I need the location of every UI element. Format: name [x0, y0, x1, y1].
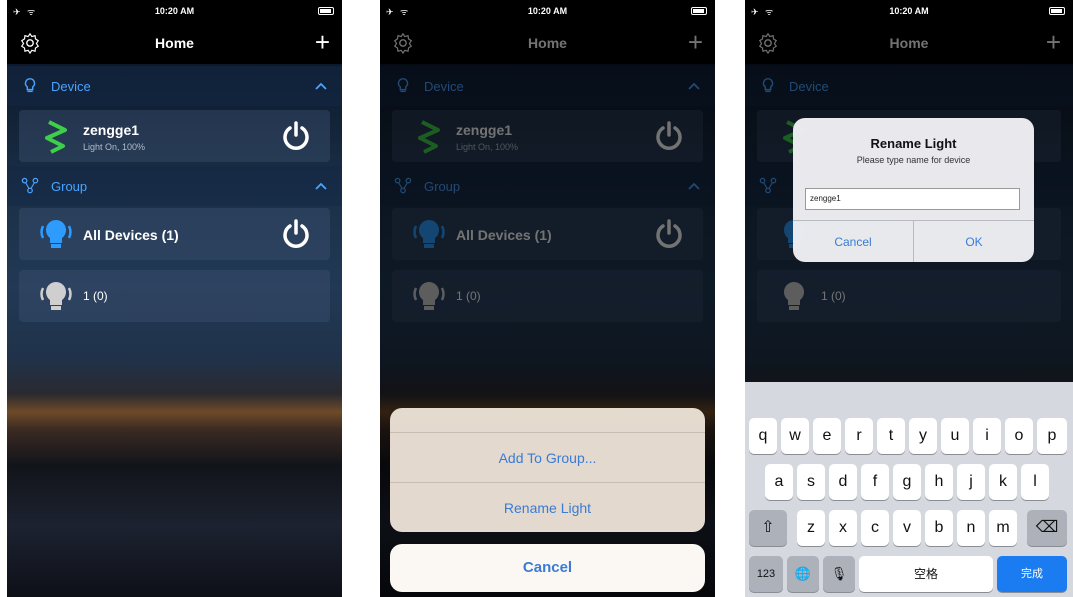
dialog-cancel-button[interactable]: Cancel: [793, 221, 913, 262]
status-bar: ✈ ᯤ 10:20 AM: [380, 0, 715, 22]
key-r[interactable]: r: [845, 418, 873, 454]
key-d[interactable]: d: [829, 464, 857, 500]
space-key[interactable]: 空格: [859, 556, 993, 592]
screen-action-sheet: ✈ ᯤ 10:20 AM Home + Device zengge1 Light…: [380, 0, 715, 597]
mic-icon[interactable]: 🎙: [823, 556, 855, 592]
led-strip-icon: [45, 120, 67, 154]
key-w[interactable]: w: [781, 418, 809, 454]
device-section-label: Device: [51, 79, 91, 94]
numbers-key[interactable]: 123: [749, 556, 783, 592]
group-row-all-devices[interactable]: All Devices (1): [19, 208, 330, 260]
blue-bulb-icon: [40, 220, 72, 248]
key-c[interactable]: c: [861, 510, 889, 546]
key-x[interactable]: x: [829, 510, 857, 546]
keyboard-row-2: a s d f g h j k l: [745, 464, 1073, 500]
dialog-buttons: Cancel OK: [793, 220, 1034, 262]
rename-light-button[interactable]: Rename Light: [390, 482, 705, 532]
rename-dialog: Rename Light Please type name for device…: [793, 118, 1034, 262]
key-o[interactable]: o: [1005, 418, 1033, 454]
key-q[interactable]: q: [749, 418, 777, 454]
group-section-header[interactable]: Group: [7, 166, 342, 206]
dialog-message: Please type name for device: [856, 155, 971, 165]
key-l[interactable]: l: [1021, 464, 1049, 500]
device-status: Light On, 100%: [83, 142, 146, 152]
status-bar: ✈ ᯤ 10:20 AM: [745, 0, 1073, 22]
battery-icon: [318, 7, 334, 15]
group-network-icon: [21, 177, 39, 194]
done-key[interactable]: 完成: [997, 556, 1067, 592]
key-p[interactable]: p: [1037, 418, 1067, 454]
key-u[interactable]: u: [941, 418, 969, 454]
key-g[interactable]: g: [893, 464, 921, 500]
action-sheet-header: [390, 408, 705, 432]
power-icon[interactable]: [280, 218, 312, 250]
keyboard-row-4: 123 🌐 🎙 空格 完成: [745, 556, 1073, 592]
delete-icon[interactable]: ⌫: [1027, 510, 1067, 546]
action-sheet: Add To Group... Rename Light: [390, 408, 705, 532]
bulb-outline-icon: [24, 78, 36, 93]
status-time: 10:20 AM: [527, 6, 568, 16]
key-z[interactable]: z: [797, 510, 825, 546]
key-n[interactable]: n: [957, 510, 985, 546]
key-t[interactable]: t: [877, 418, 905, 454]
status-time: 10:20 AM: [154, 6, 195, 16]
status-time: 10:20 AM: [889, 6, 929, 16]
group-section-label: Group: [51, 179, 88, 194]
chevron-up-icon: [315, 182, 327, 190]
screen-home: ✈ ᯤ 10:20 AM Home + Device zengge1 Light…: [7, 0, 342, 597]
device-name: zengge1: [83, 122, 140, 138]
key-f[interactable]: f: [861, 464, 889, 500]
chevron-up-icon: [315, 82, 327, 90]
battery-icon: [1049, 7, 1065, 15]
group-row-one[interactable]: 1 (0): [19, 270, 330, 322]
keyboard-row-1: q w e r t y u i o p: [745, 418, 1073, 454]
device-row[interactable]: zengge1 Light On, 100%: [19, 110, 330, 162]
shift-icon[interactable]: ⇧: [749, 510, 787, 546]
keyboard-row-3: ⇧ z x c v b n m ⌫: [745, 510, 1073, 546]
key-a[interactable]: a: [765, 464, 793, 500]
key-s[interactable]: s: [797, 464, 825, 500]
power-icon[interactable]: [280, 120, 312, 152]
action-cancel-button[interactable]: Cancel: [390, 544, 705, 592]
globe-icon[interactable]: 🌐: [787, 556, 819, 592]
key-h[interactable]: h: [925, 464, 953, 500]
key-m[interactable]: m: [989, 510, 1017, 546]
key-b[interactable]: b: [925, 510, 953, 546]
dialog-ok-button[interactable]: OK: [913, 221, 1034, 262]
grey-bulb-icon: [40, 282, 72, 310]
device-name-input[interactable]: zengge1: [805, 188, 1020, 210]
group-name-one: 1 (0): [83, 289, 108, 303]
group-name-all: All Devices (1): [83, 227, 179, 243]
battery-icon: [691, 7, 707, 15]
key-k[interactable]: k: [989, 464, 1017, 500]
nav-bar: Home +: [7, 22, 342, 64]
key-v[interactable]: v: [893, 510, 921, 546]
key-e[interactable]: e: [813, 418, 841, 454]
keyboard: q w e r t y u i o p a s d f g h j k l ⇧ …: [745, 382, 1073, 597]
key-y[interactable]: y: [909, 418, 937, 454]
screen-rename-dialog: ✈ ᯤ 10:20 AM Home + Device 1 (0) Rename …: [745, 0, 1073, 597]
status-bar: ✈ ᯤ 10:20 AM: [7, 0, 342, 22]
page-title: Home: [155, 35, 194, 51]
add-plus-icon[interactable]: +: [315, 28, 330, 56]
key-j[interactable]: j: [957, 464, 985, 500]
key-i[interactable]: i: [973, 418, 1001, 454]
device-section-header[interactable]: Device: [7, 66, 342, 106]
dialog-title: Rename Light: [870, 136, 957, 151]
add-to-group-button[interactable]: Add To Group...: [390, 432, 705, 482]
